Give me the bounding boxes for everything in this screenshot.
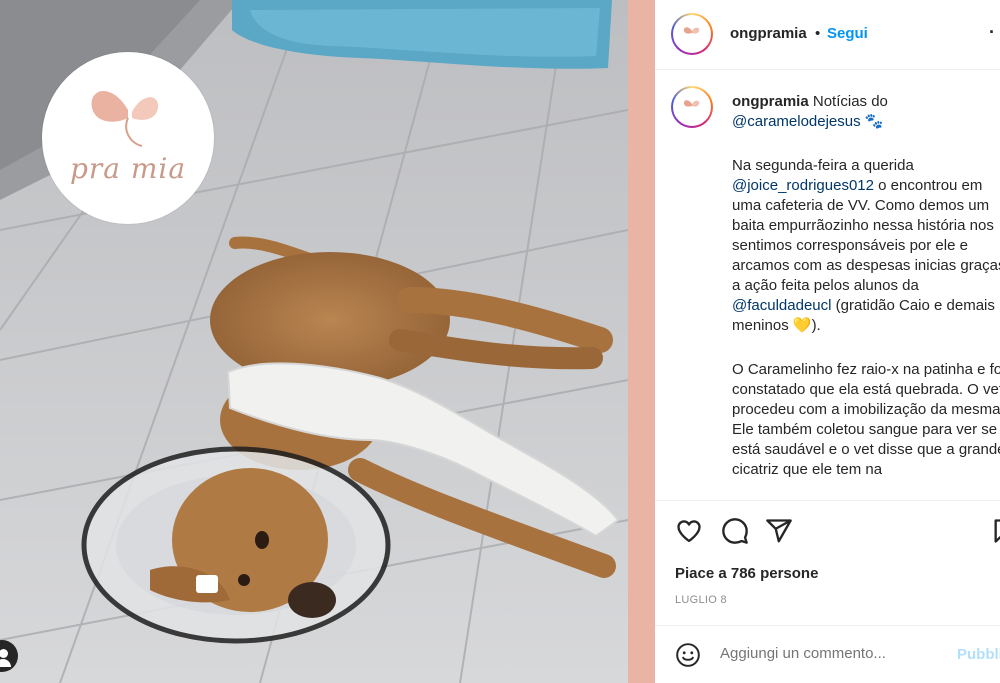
caption-paragraph-2: O Caramelinho fez raio-x na patinha e fo… (732, 361, 1000, 478)
heart-icon[interactable] (675, 517, 703, 545)
post-caption: ongpramia Notícias do @caramelodejesus 🐾… (655, 70, 1000, 500)
post-date: LUGLIO 8 (675, 594, 727, 606)
mention-joice[interactable]: @joice_rodrigues012 (732, 177, 874, 194)
follow-button[interactable]: Segui (827, 25, 868, 42)
emoji-icon[interactable] (675, 642, 701, 668)
comment-input[interactable] (720, 645, 940, 662)
caption-paragraph-1: Na segunda-feira a querida @joice_rodrig… (732, 156, 1000, 336)
caption-text-segment: Na segunda-feira a querida (732, 157, 914, 174)
instagram-post-view: pra mia ongpramia • Segui · ongpramia No… (0, 0, 1000, 683)
caption-intro: ongpramia Notícias do @caramelodejesus 🐾 (732, 92, 1000, 132)
post-actions: Piace a 786 persone LUGLIO 8 (655, 500, 1000, 625)
avatar[interactable] (671, 86, 713, 128)
yellow-heart-emoji: 💛 (792, 317, 812, 334)
background-strip (628, 0, 655, 683)
butterfly-icon (91, 90, 159, 147)
caption-author-username[interactable]: ongpramia (732, 93, 809, 110)
caption-text: ongpramia Notícias do @caramelodejesus 🐾… (732, 92, 1000, 480)
post-header: ongpramia • Segui · (655, 0, 1000, 70)
avatar[interactable] (671, 13, 713, 55)
post-photo[interactable]: pra mia (0, 0, 628, 683)
like-count[interactable]: Piace a 786 persone (675, 565, 818, 582)
butterfly-icon (683, 100, 700, 107)
bookmark-icon[interactable] (991, 517, 1000, 545)
comment-bar: Pubblica (655, 625, 1000, 683)
logo-text: pra mia (69, 152, 187, 185)
more-icon[interactable]: · (989, 22, 995, 43)
post-side-panel: ongpramia • Segui · ongpramia Notícias d… (655, 0, 1000, 683)
post-author-username[interactable]: ongpramia (730, 25, 807, 42)
mention-faculdadeucl[interactable]: @faculdadeucl (732, 297, 831, 314)
post-comment-button[interactable]: Pubblica (957, 646, 1000, 663)
share-icon[interactable] (765, 517, 793, 545)
butterfly-icon (683, 27, 700, 34)
caption-lead: Notícias do (812, 93, 888, 110)
mention-caramelodejesus[interactable]: @caramelodejesus (732, 113, 861, 130)
caption-text-segment: o encontrou em uma cafeteria de VV. Como… (732, 177, 1000, 294)
logo-badge: pra mia (42, 52, 214, 224)
caption-text-segment: ). (811, 317, 821, 334)
separator-dot: • (815, 25, 821, 42)
paw-emoji: 🐾 (864, 113, 884, 130)
comment-icon[interactable] (721, 517, 749, 545)
